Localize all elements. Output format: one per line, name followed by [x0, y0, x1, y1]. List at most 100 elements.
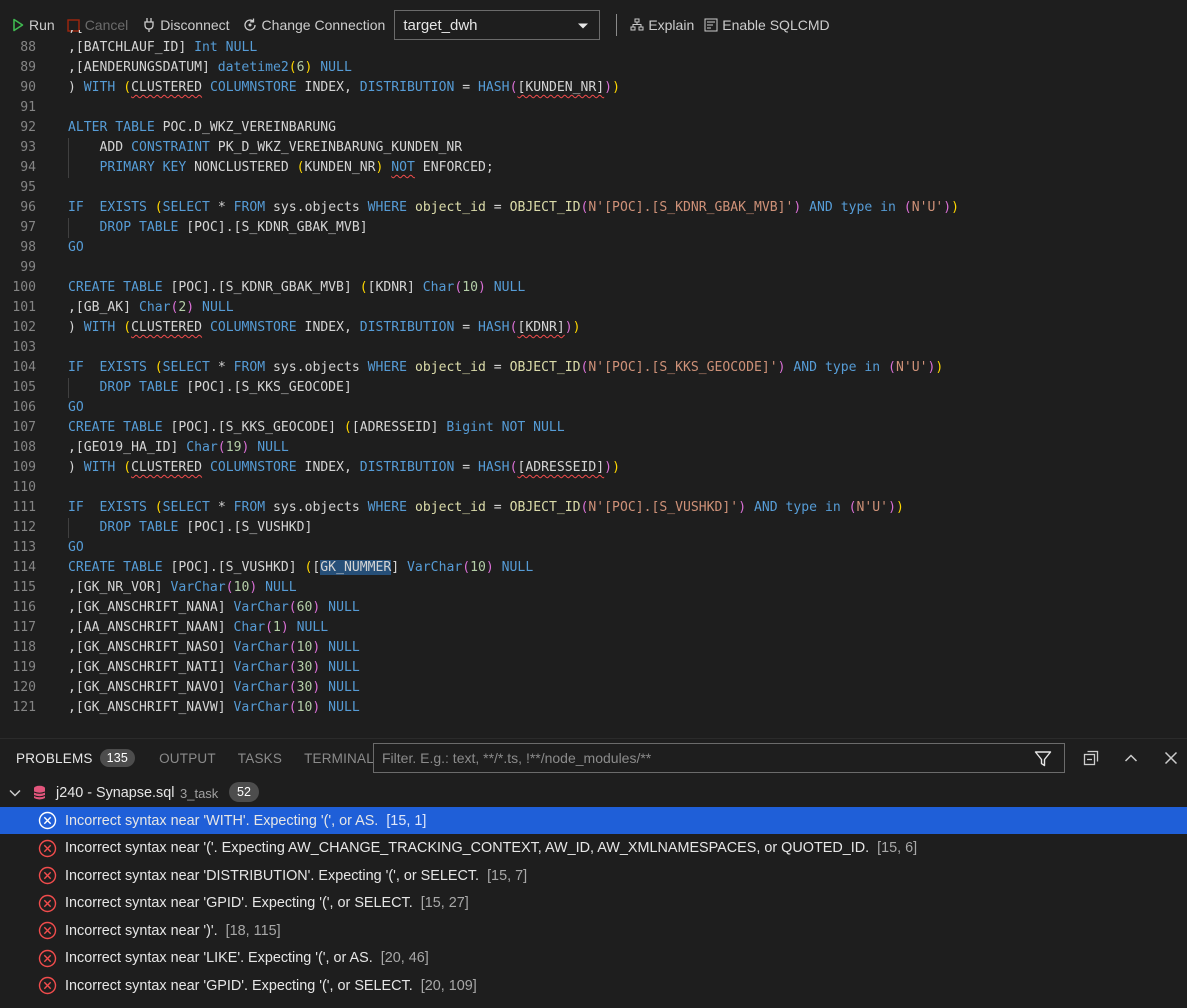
- tab-output[interactable]: OUTPUT: [159, 739, 216, 777]
- code-token: GO: [68, 240, 84, 255]
- code-token: CONSTRAINT: [131, 140, 210, 155]
- code-token: HASH: [478, 320, 510, 335]
- error-circle-icon: [38, 811, 57, 830]
- code-token: N'[POC].[S_KKS_GEOCODE]': [588, 360, 778, 375]
- code-token: AND: [793, 360, 818, 375]
- line-number: 114: [12, 560, 36, 575]
- code-token: NULL: [320, 660, 360, 675]
- funnel-icon[interactable]: [1034, 750, 1052, 768]
- code-token: NULL: [217, 40, 258, 55]
- line-number: 105: [12, 380, 36, 395]
- code-token: *: [209, 500, 234, 515]
- line-number: 104: [12, 360, 36, 375]
- problem-item[interactable]: Incorrect syntax near 'GPID'. Expecting …: [0, 890, 1187, 917]
- code-token: N'U': [856, 500, 889, 515]
- tab-terminal-label: TERMINAL: [304, 750, 374, 766]
- code-token: CREATE TABLE: [68, 560, 163, 575]
- code-token: ): [612, 80, 620, 95]
- code-token: NULL: [320, 680, 360, 695]
- problem-text: Incorrect syntax near 'GPID'. Expecting …: [65, 895, 413, 911]
- code-token: (: [115, 320, 132, 335]
- code-token: Bigint: [446, 420, 494, 435]
- problem-text: Incorrect syntax near ')'.: [65, 922, 218, 939]
- line-number: 99: [20, 260, 36, 275]
- collapse-all-icon[interactable]: [1082, 749, 1100, 767]
- code-line: 97 DROP TABLE [POC].[S_KDNR_GBAK_MVB]: [0, 218, 1187, 238]
- code-token: ,[AENDERUNGSDATUM]: [68, 60, 218, 75]
- problem-item[interactable]: Incorrect syntax near 'LIKE'. Expecting …: [0, 945, 1187, 972]
- close-icon[interactable]: [1162, 749, 1180, 767]
- code-text: GO: [68, 238, 84, 258]
- code-line: 102) WITH (CLUSTERED COLUMNSTORE INDEX, …: [0, 318, 1187, 338]
- code-token: (: [115, 80, 132, 95]
- code-token: 10: [470, 560, 486, 575]
- code-token: =: [454, 80, 479, 95]
- code-token: OBJECT_ID: [509, 500, 581, 515]
- code-text: DROP TABLE [POC].[S_VUSHKD]: [68, 518, 313, 538]
- problem-message: Incorrect syntax near 'DISTRIBUTION'. Ex…: [65, 868, 527, 884]
- code-line: 92 ALTER TABLE POC.D_WKZ_VEREINBARUNG: [0, 118, 1187, 138]
- error-circle-icon: [38, 976, 57, 995]
- code-token: object_id: [407, 200, 494, 215]
- filter-placeholder: Filter. E.g.: text, **/*.ts, !**/node_mo…: [382, 750, 652, 766]
- code-line: 89 ,[AENDERUNGSDATUM] datetime2(6) NULL: [0, 58, 1187, 78]
- code-text: CREATE TABLE [POC].[S_KDNR_GBAK_MVB] ([K…: [68, 278, 525, 298]
- code-line: 88 ,[BATCHLAUF_ID] Int NULL: [0, 38, 1187, 58]
- code-token: AND: [753, 500, 778, 515]
- code-token: ): [604, 80, 613, 95]
- code-token: ): [485, 560, 494, 575]
- code-token: ): [564, 320, 573, 335]
- code-text: ,[GK_ANSCHRIFT_NANA] VarChar(60) NULL: [68, 598, 360, 618]
- code-token: NOT NULL: [493, 420, 565, 435]
- line-number: 91: [20, 100, 36, 115]
- line-number: 95: [20, 180, 36, 195]
- problems-filter-input[interactable]: Filter. E.g.: text, **/*.ts, !**/node_mo…: [373, 743, 1065, 773]
- code-token: ): [68, 80, 84, 95]
- tab-problems[interactable]: PROBLEMS 135: [16, 739, 136, 777]
- code-token: NULL: [288, 620, 329, 635]
- code-token: Char: [138, 300, 171, 315]
- problem-item[interactable]: Incorrect syntax near 'DISTRIBUTION'. Ex…: [0, 862, 1187, 889]
- code-line: 107 CREATE TABLE [POC].[S_KKS_GEOCODE] ([…: [0, 418, 1187, 438]
- code-token: (: [880, 360, 896, 375]
- code-text: CREATE TABLE [POC].[S_KKS_GEOCODE] ([ADR…: [68, 418, 565, 438]
- code-token: DROP TABLE: [99, 520, 179, 535]
- problem-message: Incorrect syntax near ')'. [18, 115]: [65, 923, 281, 939]
- code-token: Int: [194, 40, 218, 55]
- code-token: ): [572, 320, 581, 335]
- code-token: ): [604, 460, 613, 475]
- problem-file-group[interactable]: j240 - Synapse.sql 3_task 52: [0, 779, 1187, 807]
- problem-item[interactable]: Incorrect syntax near ')'. [18, 115]: [0, 917, 1187, 944]
- code-token: HASH: [478, 460, 510, 475]
- code-token: ): [186, 300, 195, 315]
- code-text: ,[GK_ANSCHRIFT_NAVW] VarChar(10) NULL: [68, 698, 360, 718]
- chevron-down-icon[interactable]: [8, 786, 22, 800]
- code-token: WHERE: [367, 360, 408, 375]
- code-token: (: [840, 500, 857, 515]
- problem-item[interactable]: Incorrect syntax near '('. Expecting AW_…: [0, 835, 1187, 862]
- problem-item[interactable]: Incorrect syntax near 'GPID'. Expecting …: [0, 972, 1187, 999]
- code-token: COLUMNSTORE: [209, 460, 297, 475]
- code-token: ,[GK_ANSCHRIFT_NASO]: [68, 640, 234, 655]
- problem-item[interactable]: Incorrect syntax near 'WITH'. Expecting …: [0, 807, 1187, 834]
- chevron-up-icon[interactable]: [1122, 749, 1140, 767]
- code-text: ,[BATCHLAUF_ID] Int NULL: [68, 38, 257, 58]
- tab-tasks[interactable]: TASKS: [238, 739, 282, 777]
- tab-terminal[interactable]: TERMINAL: [304, 739, 374, 777]
- line-number: 94: [20, 160, 36, 175]
- code-token: N'[POC].[S_VUSHKD]': [588, 500, 739, 515]
- code-editor[interactable]: ,[ 88 ,[BATCHLAUF_ID] Int NULL 89 ,[AENDERU…: [0, 30, 1187, 734]
- code-token: WITH: [83, 320, 116, 335]
- code-token: GO: [68, 540, 84, 555]
- code-token: 6: [296, 60, 305, 75]
- code-token: POC.D_WKZ_VEREINBARUNG: [154, 120, 337, 135]
- code-token: DROP TABLE: [99, 220, 179, 235]
- code-line: 117 ,[AA_ANSCHRIFT_NAAN] Char(1) NULL: [0, 618, 1187, 638]
- code-token: VarChar: [233, 700, 289, 715]
- code-token: OBJECT_ID: [509, 200, 581, 215]
